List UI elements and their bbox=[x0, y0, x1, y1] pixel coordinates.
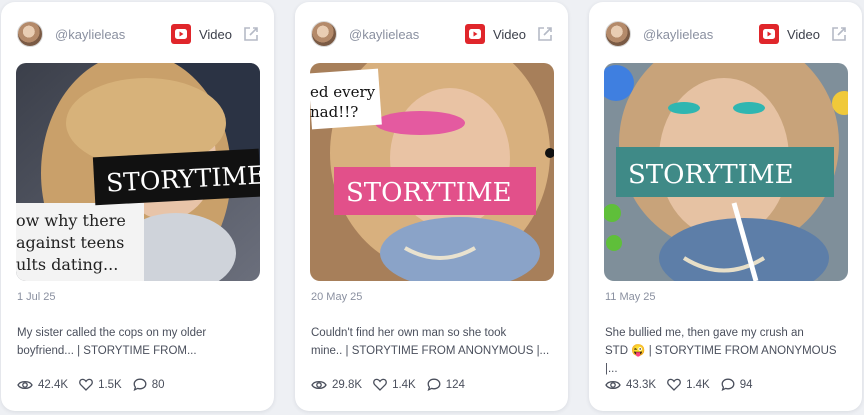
post-type-label: Video bbox=[198, 26, 232, 42]
post-stats: 43.3K 1.4K 94 bbox=[605, 378, 764, 391]
external-link-icon[interactable] bbox=[830, 25, 848, 43]
post-type-label: Video bbox=[492, 26, 526, 42]
post-caption[interactable]: My sister called the cops on my older bo… bbox=[17, 324, 261, 360]
comments-count: 124 bbox=[445, 378, 465, 391]
youtube-icon bbox=[464, 24, 485, 44]
likes-stat: 1.4K bbox=[373, 378, 416, 391]
likes-count: 1.4K bbox=[686, 378, 710, 391]
comment-icon bbox=[721, 378, 735, 391]
likes-stat: 1.5K bbox=[79, 378, 122, 391]
views-stat: 42.4K bbox=[17, 379, 68, 391]
comments-count: 94 bbox=[739, 378, 753, 391]
post-card[interactable]: @kaylieleas Video STORYTIME ow why there… bbox=[1, 2, 274, 411]
external-link-icon[interactable] bbox=[242, 25, 260, 43]
caption-line: She bullied me, then gave my crush an bbox=[605, 327, 804, 339]
video-thumbnail[interactable]: STORYTIME ow why there against teens ult… bbox=[16, 63, 260, 281]
avatar[interactable] bbox=[605, 21, 631, 47]
likes-count: 1.4K bbox=[392, 378, 416, 391]
eye-icon bbox=[605, 380, 621, 389]
views-count: 43.3K bbox=[626, 378, 657, 391]
youtube-icon bbox=[758, 24, 779, 44]
eye-icon bbox=[311, 380, 327, 389]
post-stats: 29.8K 1.4K 124 bbox=[311, 378, 476, 391]
thumbnail-overlay-text: nad!!? bbox=[310, 103, 358, 121]
comments-count: 80 bbox=[151, 378, 165, 391]
views-count: 29.8K bbox=[332, 378, 363, 391]
caption-line: Couldn't find her own man so she took bbox=[311, 327, 507, 339]
caption-line: STD 😜 | STORYTIME FROM ANONYMOUS |... bbox=[605, 345, 837, 375]
video-thumbnail[interactable]: STORYTIME bbox=[604, 63, 848, 281]
thumbnail-overlay-text: ow why there bbox=[16, 211, 126, 230]
comments-stat: 80 bbox=[133, 378, 165, 391]
comments-stat: 94 bbox=[721, 378, 753, 391]
thumbnail-banner-text: STORYTIME bbox=[346, 178, 512, 208]
thumbnail-overlay-text: ed every bbox=[310, 83, 376, 101]
likes-count: 1.5K bbox=[98, 378, 122, 391]
author-handle[interactable]: @kaylieleas bbox=[349, 27, 419, 42]
views-stat: 43.3K bbox=[605, 379, 656, 391]
heart-icon bbox=[373, 378, 387, 391]
caption-line: mine.. | STORYTIME FROM ANONYMOUS |... bbox=[311, 345, 550, 357]
external-link-icon[interactable] bbox=[536, 25, 554, 43]
thumbnail-overlay-text: against teens bbox=[16, 233, 124, 252]
card-header: @kaylieleas Video bbox=[311, 19, 554, 49]
card-header: @kaylieleas Video bbox=[605, 19, 848, 49]
views-count: 42.4K bbox=[38, 378, 69, 391]
post-caption[interactable]: She bullied me, then gave my crush an ST… bbox=[605, 324, 849, 378]
comments-stat: 124 bbox=[427, 378, 465, 391]
card-header: @kaylieleas Video bbox=[17, 19, 260, 49]
post-card[interactable]: @kaylieleas Video ed every nad!!? STORYT… bbox=[295, 2, 568, 411]
author-handle[interactable]: @kaylieleas bbox=[55, 27, 125, 42]
avatar[interactable] bbox=[311, 21, 337, 47]
views-stat: 29.8K bbox=[311, 379, 362, 391]
heart-icon bbox=[79, 378, 93, 391]
post-caption[interactable]: Couldn't find her own man so she took mi… bbox=[311, 324, 555, 360]
heart-icon bbox=[667, 378, 681, 391]
post-date: 20 May 25 bbox=[311, 291, 363, 303]
author-handle[interactable]: @kaylieleas bbox=[643, 27, 713, 42]
comment-icon bbox=[133, 378, 147, 391]
avatar[interactable] bbox=[17, 21, 43, 47]
caption-line: boyfriend... | STORYTIME FROM... bbox=[17, 345, 197, 357]
post-date: 11 May 25 bbox=[605, 291, 656, 303]
youtube-icon bbox=[170, 24, 191, 44]
post-stats: 42.4K 1.5K 80 bbox=[17, 378, 176, 391]
comment-icon bbox=[427, 378, 441, 391]
thumbnail-banner-text: STORYTIME bbox=[628, 160, 794, 190]
post-card[interactable]: @kaylieleas Video STORYTIME 11 May 25 Sh… bbox=[589, 2, 862, 411]
video-thumbnail[interactable]: ed every nad!!? STORYTIME bbox=[310, 63, 554, 281]
post-type-label: Video bbox=[786, 26, 820, 42]
thumbnail-overlay-text: ults dating... bbox=[16, 255, 118, 274]
likes-stat: 1.4K bbox=[667, 378, 710, 391]
caption-line: My sister called the cops on my older bbox=[17, 327, 207, 339]
eye-icon bbox=[17, 380, 33, 389]
post-date: 1 Jul 25 bbox=[17, 291, 56, 303]
